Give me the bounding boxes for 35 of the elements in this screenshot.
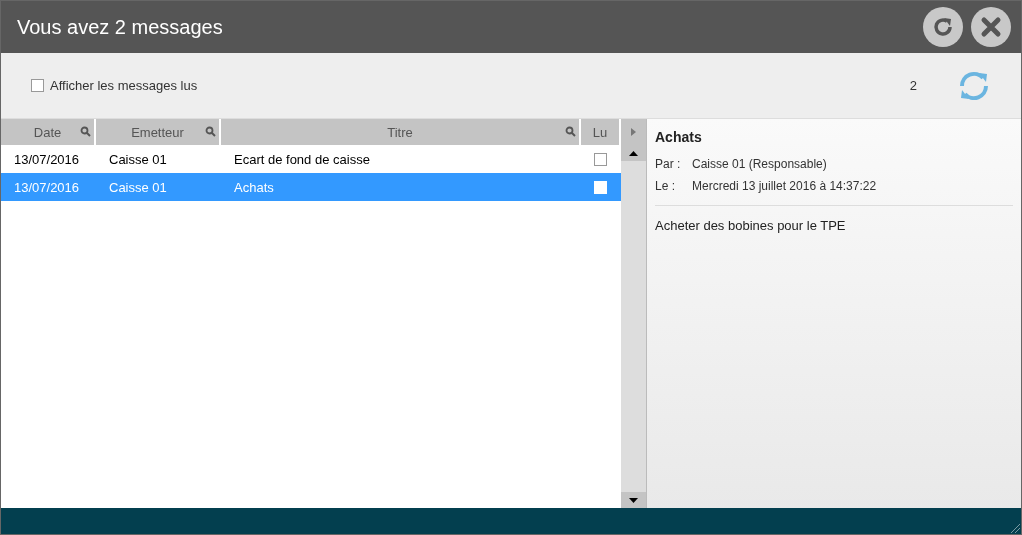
table-cell-text: Ecart de fond de caisse bbox=[233, 150, 371, 169]
table-cell-text: 13/07/2016 bbox=[13, 150, 81, 169]
scroll-down-button[interactable] bbox=[621, 492, 646, 508]
checkbox[interactable] bbox=[31, 79, 44, 92]
search-icon[interactable] bbox=[80, 126, 91, 137]
column-header[interactable]: Titre bbox=[221, 119, 579, 145]
search-icon[interactable] bbox=[205, 126, 216, 137]
resize-grip-icon[interactable] bbox=[1009, 522, 1021, 534]
triangle-down-icon bbox=[629, 497, 638, 503]
refresh-icon bbox=[931, 15, 955, 39]
read-checkbox[interactable] bbox=[593, 152, 607, 166]
table-cell-text: Achats bbox=[233, 178, 275, 197]
field-label: Le : bbox=[655, 179, 676, 193]
table-cell-text: Caisse 01 bbox=[108, 178, 168, 197]
scroll-up-button[interactable] bbox=[621, 145, 646, 161]
message-title: Achats bbox=[655, 129, 703, 145]
search-icon[interactable] bbox=[565, 126, 576, 137]
field-label: Par : bbox=[655, 157, 682, 171]
refresh-button[interactable] bbox=[923, 7, 963, 47]
message-count: 2 bbox=[909, 78, 917, 93]
message-row[interactable]: 13/07/2016 Caisse 01 Achats bbox=[1, 173, 621, 201]
column-header[interactable]: Date bbox=[1, 119, 94, 145]
field-value: Mercredi 13 juillet 2016 à 14:37:22 bbox=[692, 179, 877, 193]
expand-icon[interactable] bbox=[631, 128, 636, 136]
message-body: Acheter des bobines pour le TPE bbox=[655, 205, 1013, 233]
field-value: Caisse 01 (Responsable) bbox=[692, 157, 827, 171]
triangle-up-icon bbox=[629, 150, 638, 156]
close-icon bbox=[980, 16, 1002, 38]
column-header[interactable]: Lu bbox=[581, 119, 619, 145]
table-cell-text: Caisse 01 bbox=[108, 150, 168, 169]
column-header[interactable]: Emetteur bbox=[96, 119, 219, 145]
checkbox-label: Afficher les messages lus bbox=[50, 78, 198, 93]
table-cell-text: 13/07/2016 bbox=[13, 178, 81, 197]
window-title: Vous avez 2 messages bbox=[17, 15, 224, 39]
close-button[interactable] bbox=[971, 7, 1011, 47]
